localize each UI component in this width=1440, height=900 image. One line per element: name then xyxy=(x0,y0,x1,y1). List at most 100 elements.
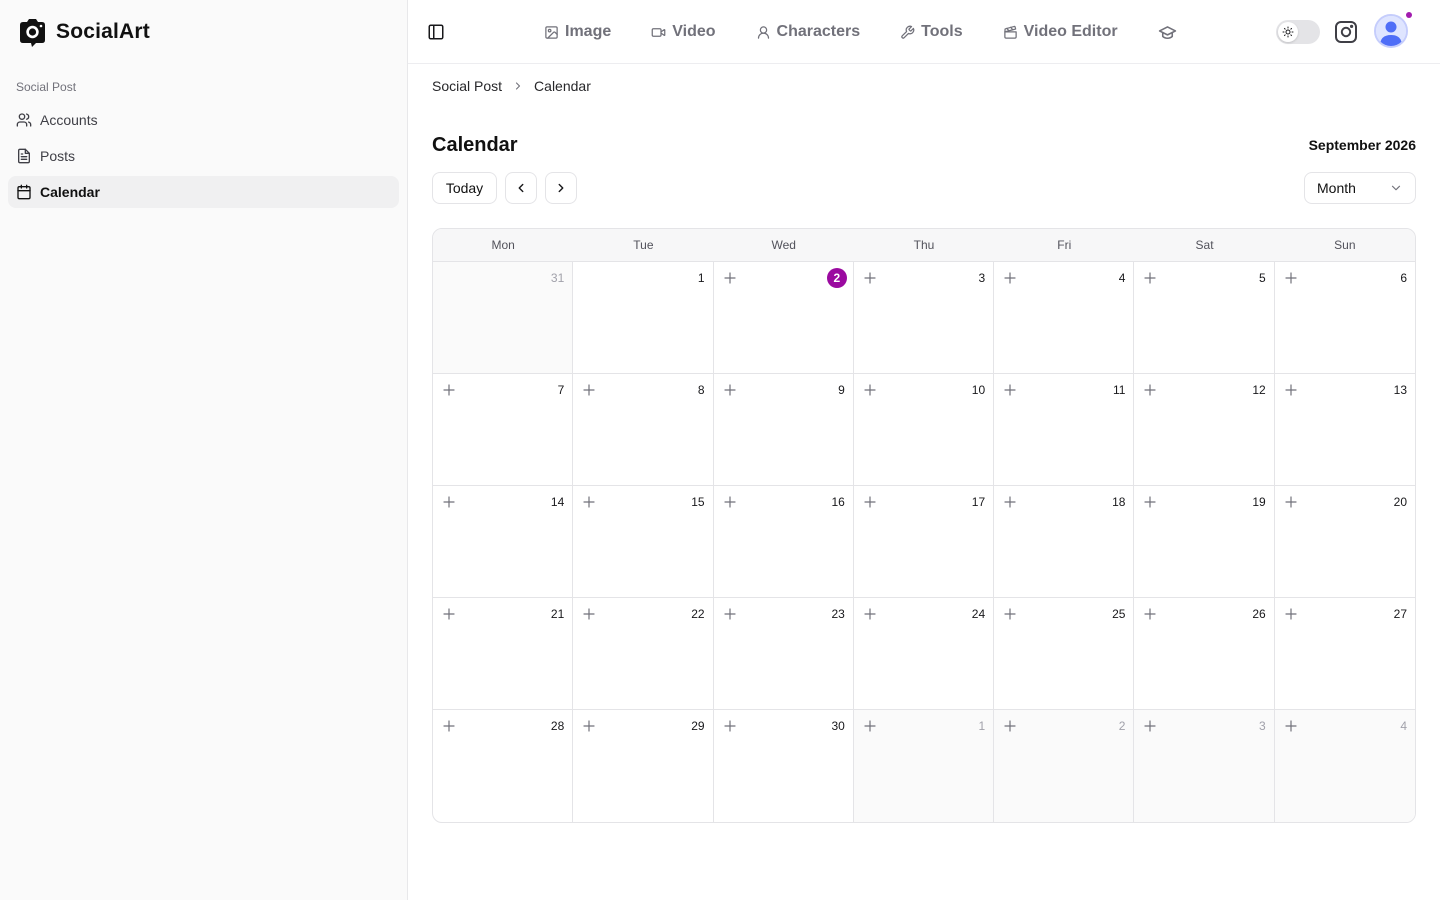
calendar-day-cell[interactable]: 31 xyxy=(433,262,574,374)
weekday-label: Thu xyxy=(913,238,935,252)
calendar-day-cell[interactable]: 25 xyxy=(994,598,1135,710)
calendar-day-cell[interactable]: 24 xyxy=(853,598,995,710)
add-post-icon[interactable] xyxy=(864,720,876,732)
users-icon xyxy=(16,113,32,127)
add-post-icon[interactable] xyxy=(1144,272,1157,284)
calendar-day-cell[interactable]: 4 xyxy=(1274,710,1415,822)
add-post-icon[interactable] xyxy=(723,272,736,284)
nav-video-editor[interactable]: Video Editor xyxy=(1003,23,1118,41)
add-post-icon[interactable] xyxy=(723,384,736,396)
sidebar-item-label: Accounts xyxy=(40,112,98,128)
calendar-day-cell[interactable]: 1 xyxy=(853,710,995,822)
calendar-day-cell[interactable]: 22 xyxy=(573,598,714,710)
calendar-day-cell[interactable]: 23 xyxy=(713,598,854,710)
app-logo[interactable]: SocialArt xyxy=(16,16,150,48)
calendar-day-cell[interactable]: 9 xyxy=(713,374,854,486)
sun-icon xyxy=(1282,26,1294,38)
calendar-day-cell[interactable]: 14 xyxy=(433,486,574,598)
calendar-day-cell[interactable]: 21 xyxy=(433,598,574,710)
add-post-icon[interactable] xyxy=(443,608,455,620)
add-post-icon[interactable] xyxy=(723,496,736,508)
calendar-day-cell[interactable]: 11 xyxy=(994,374,1135,486)
calendar-day-cell[interactable]: 7 xyxy=(433,374,574,486)
add-post-icon[interactable] xyxy=(1004,496,1016,508)
add-post-icon[interactable] xyxy=(1144,720,1157,732)
add-post-icon[interactable] xyxy=(1004,720,1016,732)
sidebar-item-calendar[interactable]: Calendar xyxy=(8,176,399,208)
video-icon xyxy=(651,27,666,37)
day-number: 4 xyxy=(1118,271,1126,285)
add-post-icon[interactable] xyxy=(583,496,595,508)
add-post-icon[interactable] xyxy=(1144,384,1157,396)
calendar-day-cell[interactable]: 20 xyxy=(1274,486,1415,598)
add-post-icon[interactable] xyxy=(1285,384,1297,396)
theme-toggle[interactable] xyxy=(1276,20,1320,44)
today-button[interactable]: Today xyxy=(432,172,497,204)
calendar-day-cell[interactable]: 16 xyxy=(713,486,854,598)
nav-characters[interactable]: Characters xyxy=(756,23,860,41)
add-post-icon[interactable] xyxy=(1285,720,1297,732)
add-post-icon[interactable] xyxy=(443,384,455,396)
calendar-day-cell[interactable]: 3 xyxy=(1134,710,1275,822)
add-post-icon[interactable] xyxy=(1004,608,1016,620)
view-mode-select[interactable]: Month xyxy=(1304,172,1416,204)
add-post-icon[interactable] xyxy=(583,608,595,620)
day-number: 24 xyxy=(971,607,986,621)
calendar-day-cell[interactable]: 26 xyxy=(1134,598,1275,710)
view-mode-value: Month xyxy=(1317,180,1356,196)
calendar-day-cell[interactable]: 28 xyxy=(433,710,574,822)
add-post-icon[interactable] xyxy=(1004,272,1016,284)
calendar-day-cell[interactable]: 15 xyxy=(573,486,714,598)
calendar-day-cell[interactable]: 5 xyxy=(1134,262,1275,374)
calendar-day-cell[interactable]: 17 xyxy=(853,486,995,598)
calendar-day-cell[interactable]: 4 xyxy=(994,262,1135,374)
day-number: 3 xyxy=(1259,719,1266,733)
calendar-day-cell[interactable]: 12 xyxy=(1134,374,1275,486)
add-post-icon[interactable] xyxy=(864,272,876,284)
instagram-icon[interactable] xyxy=(1334,20,1358,44)
calendar-day-cell[interactable]: 27 xyxy=(1274,598,1415,710)
calendar-day-cell[interactable]: 19 xyxy=(1134,486,1275,598)
calendar-day-cell[interactable]: 18 xyxy=(994,486,1135,598)
add-post-icon[interactable] xyxy=(1285,608,1297,620)
calendar-day-cell[interactable]: 3 xyxy=(853,262,995,374)
sidebar-item-posts[interactable]: Posts xyxy=(8,140,399,172)
add-post-icon[interactable] xyxy=(583,384,595,396)
add-post-icon[interactable] xyxy=(1285,272,1297,284)
add-post-icon[interactable] xyxy=(864,496,876,508)
calendar-day-cell[interactable]: 6 xyxy=(1274,262,1415,374)
add-post-icon[interactable] xyxy=(723,720,736,732)
add-post-icon[interactable] xyxy=(723,608,736,620)
calendar-day-cell[interactable]: 2 xyxy=(994,710,1135,822)
breadcrumb-parent[interactable]: Social Post xyxy=(432,78,502,94)
nav-tools[interactable]: Tools xyxy=(900,23,963,41)
add-post-icon[interactable] xyxy=(443,720,455,732)
add-post-icon[interactable] xyxy=(583,720,595,732)
add-post-icon[interactable] xyxy=(864,608,876,620)
add-post-icon[interactable] xyxy=(443,496,455,508)
nav-video[interactable]: Video xyxy=(651,23,716,41)
add-post-icon[interactable] xyxy=(1285,496,1297,508)
calendar-day-cell[interactable]: 10 xyxy=(853,374,995,486)
sidebar-item-accounts[interactable]: Accounts xyxy=(8,104,399,136)
weekday-label: Tue xyxy=(633,238,654,252)
user-avatar[interactable] xyxy=(1374,14,1408,48)
calendar-day-cell[interactable]: 8 xyxy=(573,374,714,486)
calendar-day-cell[interactable]: 13 xyxy=(1274,374,1415,486)
calendar-day-cell[interactable]: 30 xyxy=(714,710,854,822)
add-post-icon[interactable] xyxy=(1144,608,1157,620)
calendar-day-cell[interactable]: 2 xyxy=(713,262,854,374)
toggle-sidebar-button[interactable] xyxy=(424,20,448,44)
next-month-button[interactable] xyxy=(545,172,577,204)
nav-image[interactable]: Image xyxy=(544,23,611,41)
add-post-icon[interactable] xyxy=(1004,384,1016,396)
add-post-icon[interactable] xyxy=(1144,496,1157,508)
day-number: 26 xyxy=(1252,607,1266,621)
nav-learn[interactable] xyxy=(1158,23,1177,42)
previous-month-button[interactable] xyxy=(505,172,537,204)
day-number: 10 xyxy=(971,383,986,397)
calendar-day-cell[interactable]: 29 xyxy=(573,710,714,822)
add-post-icon[interactable] xyxy=(864,384,876,396)
calendar-day-cell[interactable]: 1 xyxy=(573,262,714,374)
day-number: 20 xyxy=(1393,495,1407,509)
